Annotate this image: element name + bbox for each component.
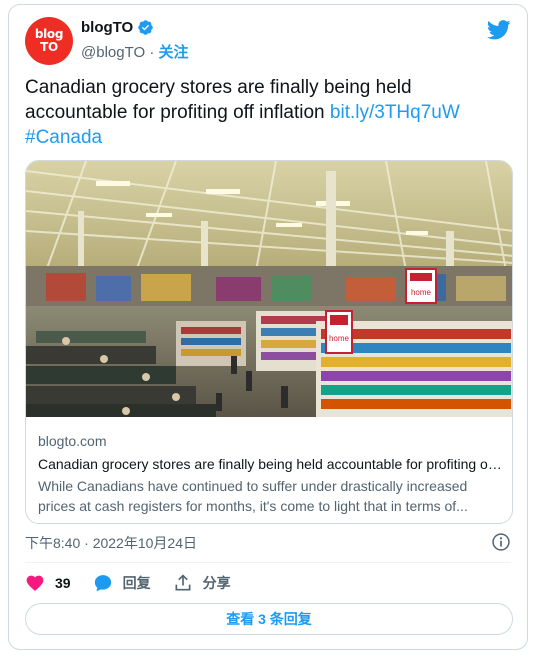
verified-badge-icon — [138, 20, 153, 35]
author-name-row: blogTO — [81, 19, 154, 36]
avatar[interactable]: blog TO — [25, 17, 73, 65]
reply-bubble-icon — [94, 575, 111, 592]
twitter-bird-icon[interactable] — [487, 19, 511, 41]
reply-label: 回复 — [122, 575, 151, 591]
share-label: 分享 — [202, 575, 231, 591]
link-card-domain: blogto.com — [38, 433, 107, 449]
link-card-description: While Canadians have continued to suffer… — [38, 476, 504, 516]
divider — [25, 562, 511, 563]
info-icon[interactable] — [491, 532, 511, 552]
tweet-text: Canadian grocery stores are finally bein… — [25, 75, 517, 150]
handle-row: @blogTO · 关注 — [81, 41, 189, 62]
follow-button[interactable]: 关注 — [159, 44, 189, 61]
heart-icon — [26, 575, 44, 591]
link-preview-card[interactable]: home home blogto.com Canadian grocery st… — [25, 160, 513, 524]
action-bar: 39 回复 分享 — [25, 571, 253, 595]
share-button[interactable]: 分享 — [173, 573, 231, 593]
link-card-description-line2: prices at cash registers for months, it'… — [38, 498, 468, 514]
home-sign-2: home — [411, 288, 432, 297]
avatar-text-bottom: TO — [40, 40, 58, 54]
display-name[interactable]: blogTO — [81, 19, 133, 36]
hashtag-link[interactable]: #Canada — [25, 127, 102, 148]
handle[interactable]: @blogTO — [81, 44, 145, 61]
tweet-timestamp[interactable]: 下午8:40 · 2022年10月24日 — [25, 533, 197, 553]
home-sign-1: home — [329, 334, 350, 343]
link-card-meta: blogto.com Canadian grocery stores are f… — [38, 431, 504, 516]
view-replies-button[interactable]: 查看 3 条回复 — [25, 603, 513, 635]
grocery-store-image: home home — [26, 161, 512, 417]
like-button[interactable]: 39 — [25, 573, 71, 593]
link-card-title: Canadian grocery stores are finally bein… — [38, 456, 504, 472]
reply-button[interactable]: 回复 — [93, 573, 151, 593]
share-icon — [175, 574, 191, 591]
separator: · — [149, 44, 155, 61]
like-count: 39 — [55, 575, 71, 591]
link-card-description-line1: While Canadians have continued to suffer… — [38, 478, 468, 494]
tweet-card: blog TO blogTO @blogTO · 关注 Canadian gro… — [8, 4, 528, 650]
tweet-link[interactable]: bit.ly/3THq7uW — [330, 102, 460, 123]
